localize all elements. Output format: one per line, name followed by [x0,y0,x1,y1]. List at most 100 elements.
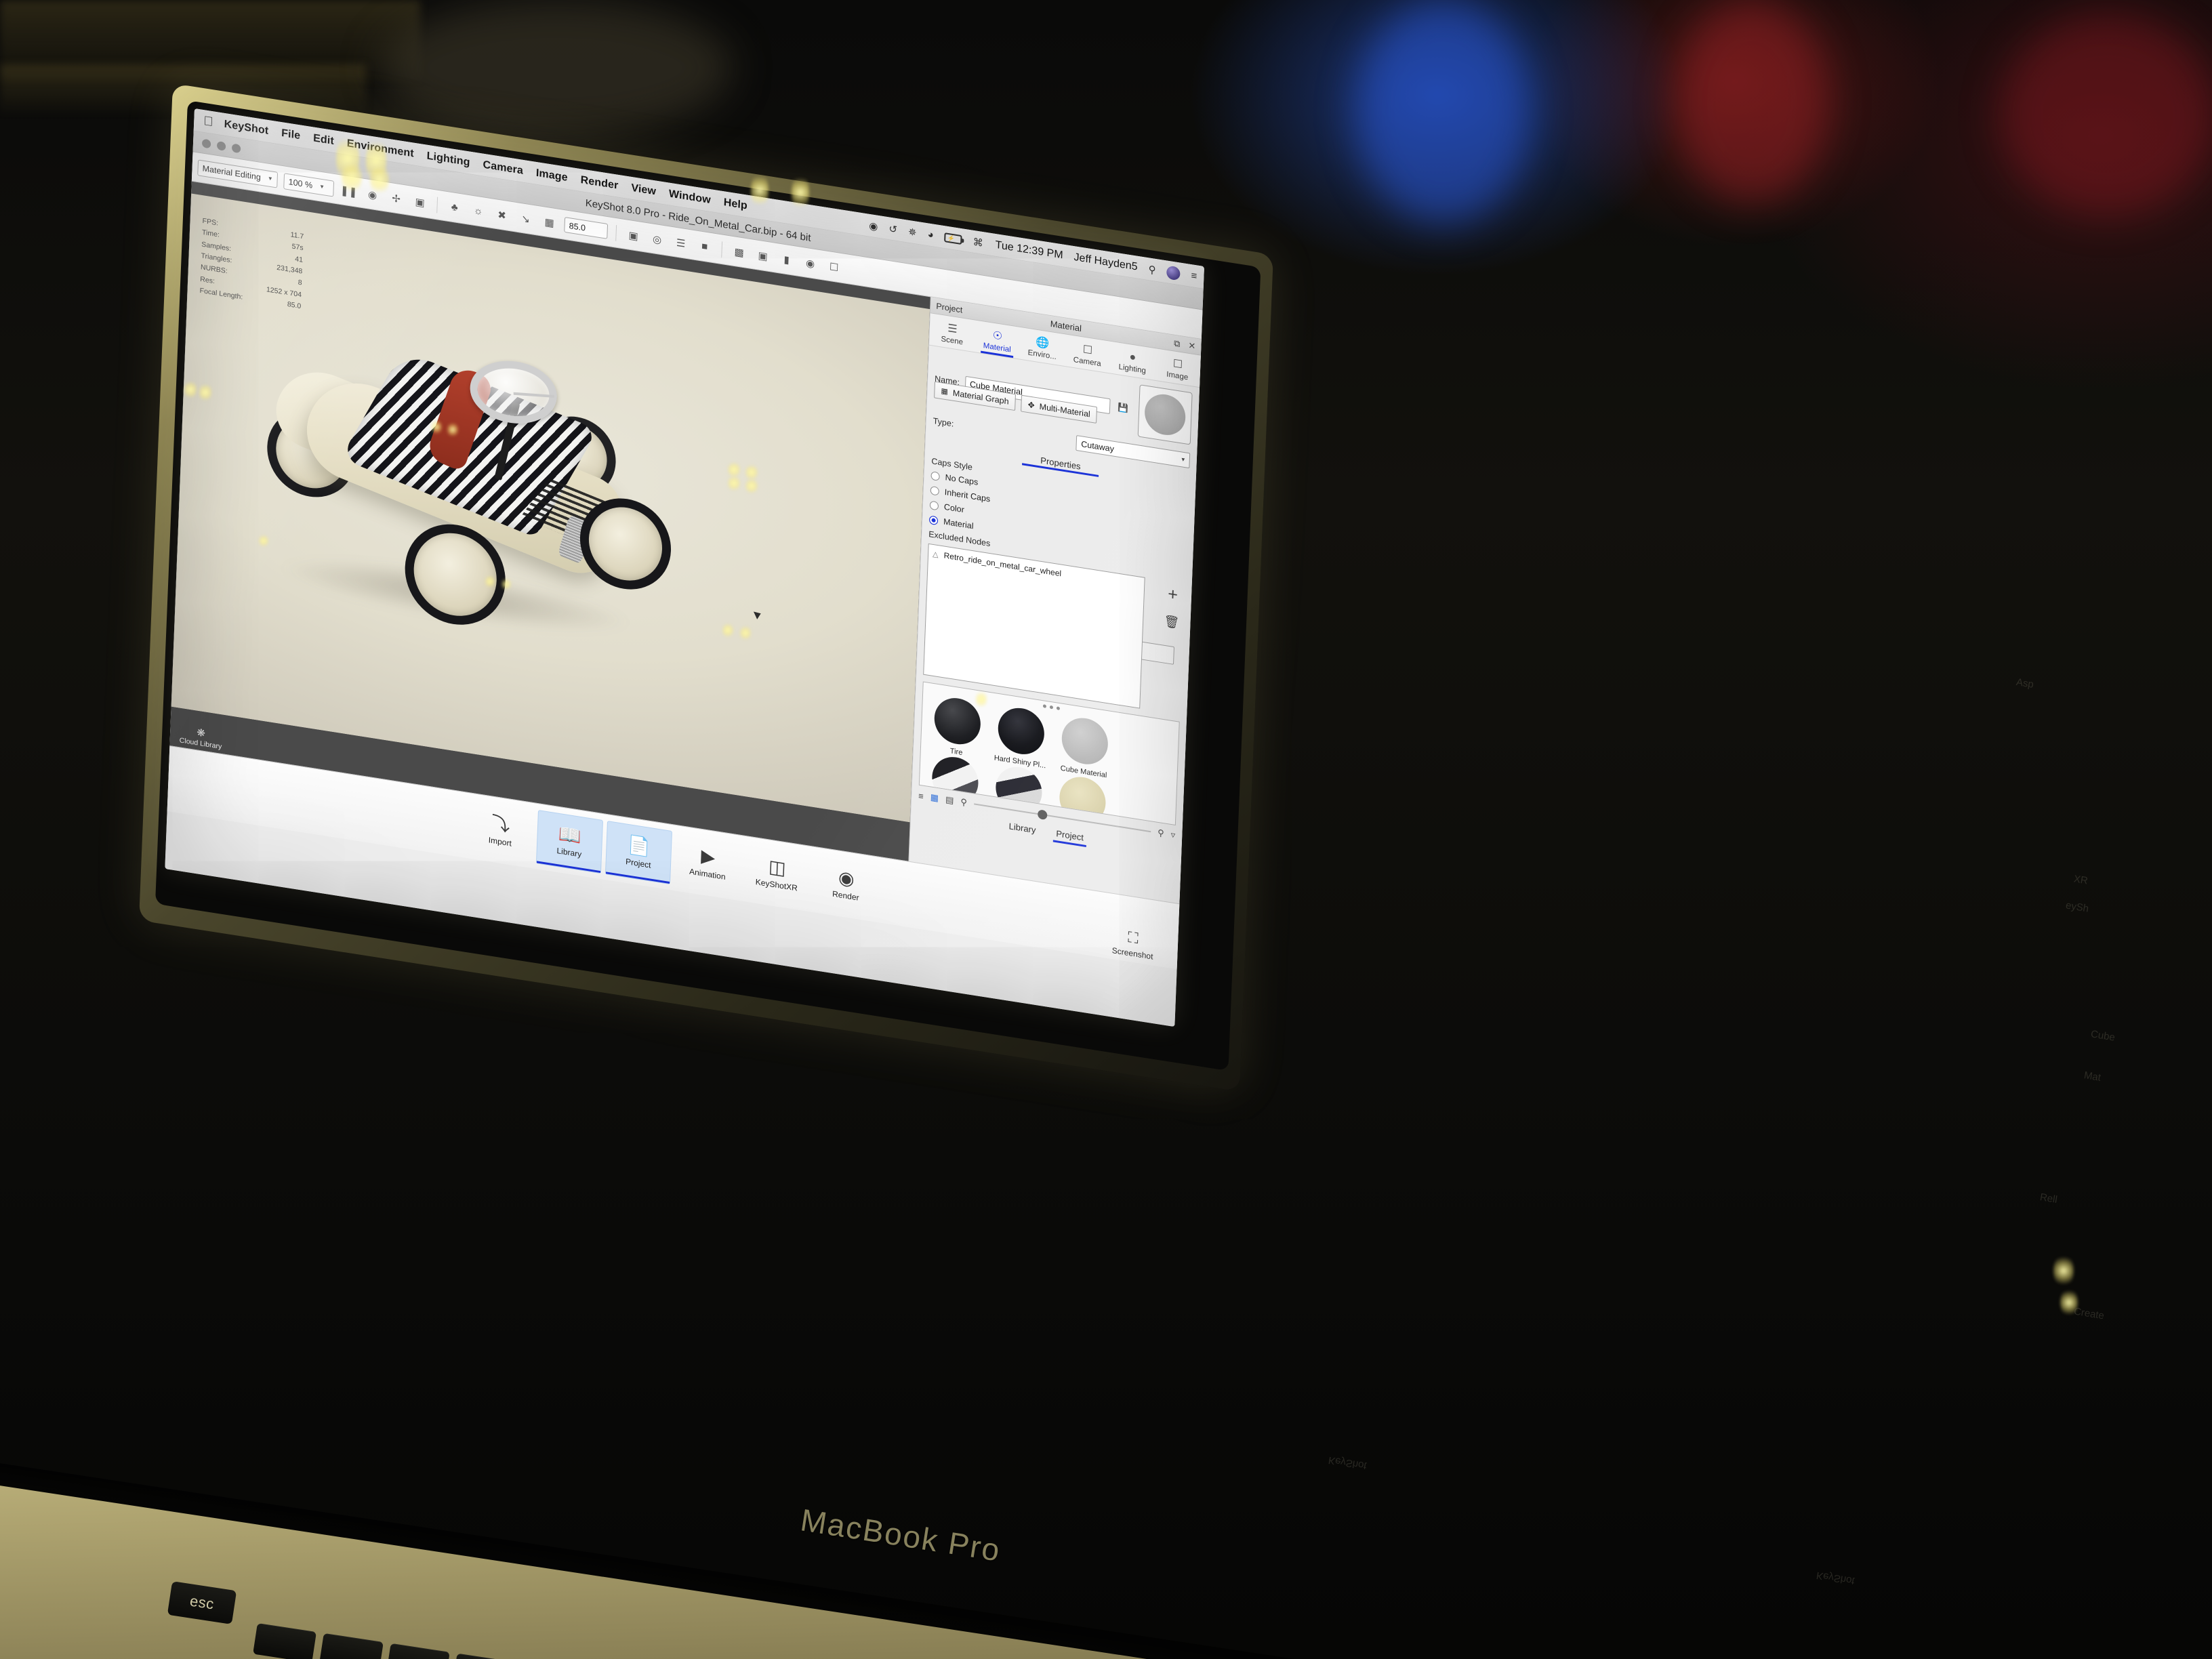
render-icon: ◉ [838,866,855,890]
project-tab[interactable]: Project [1056,828,1084,846]
zoom-dropdown[interactable]: 100 % ▼ [283,172,335,197]
filter-icon[interactable]: ▿ [1170,830,1175,841]
dock-animation[interactable]: ▶ Animation [674,832,741,895]
focal-length-field[interactable]: 85.0 [564,217,609,239]
snapshot-icon[interactable]: ▣ [624,226,642,246]
keyshotxr-icon: ◫ [768,855,787,879]
mouse-cursor [753,609,763,619]
timemachine-icon[interactable]: ↺ [888,222,897,236]
material-swatch [1061,714,1109,768]
rendered-model-toy-car [257,293,703,670]
window-controls[interactable] [201,138,241,153]
menu-view[interactable]: View [631,182,656,198]
scene-tree-icon[interactable]: ♣ [445,197,464,218]
menu-help[interactable]: Help [723,197,747,212]
detail-view-icon[interactable]: ▤ [945,794,954,806]
bluetooth-icon[interactable]: ✵ [908,225,917,239]
plus-icon[interactable]: + [1168,584,1179,605]
material-swatch [997,704,1046,758]
excluded-nodes-list[interactable]: △ Retro_ride_on_metal_car_wheel [923,543,1145,709]
keyboard-input-icon[interactable]: ⌘ [972,235,983,249]
siri-icon[interactable] [1166,265,1181,281]
photo-of-laptop-screen: esc MacBook Pro  KeyShot File Edit Envi… [0,0,2212,1659]
chevron-down-icon: ▼ [319,183,325,190]
dock-keyshotxr[interactable]: ◫ KeyShotXR [743,842,811,905]
excluded-nodes-actions: + 🗑 [1164,584,1181,631]
radio-no-caps-label: No Caps [945,472,979,487]
pause-icon[interactable]: ❚❚ [340,181,358,201]
region-render-icon[interactable]: ▣ [411,192,429,212]
dock-library-label: Library [556,845,582,859]
pan-icon[interactable]: ◎ [648,229,666,249]
library-icon: 📖 [558,823,582,847]
notification-center-icon[interactable]: ≡ [1191,270,1197,282]
trash-icon[interactable]: 🗑 [1164,614,1180,630]
wifi-icon[interactable]: ◕ [927,228,934,241]
material-swatch [933,695,982,748]
panel-body: Name: Cube Material 💾 ▦ Material Graph ✥… [916,346,1200,716]
material-type-value: Cutaway [1081,438,1115,454]
display-icon[interactable]: ☐ [825,257,843,277]
material-preview-sphere[interactable] [1137,384,1193,445]
label-icon[interactable]: ▣ [754,245,772,266]
vpn-icon[interactable]: ◉ [869,219,878,232]
apple-menu-icon[interactable]:  [203,114,213,129]
dock-import-label: Import [488,834,512,848]
lighting-icon[interactable]: ☼ [469,201,487,222]
library-tab[interactable]: Library [1008,821,1036,839]
menu-image[interactable]: Image [536,167,568,184]
import-icon: ⤵ [491,812,510,836]
screenshot-button[interactable]: ⛶ Screenshot [1097,924,1169,964]
library-item-hard-shiny-plastic[interactable]: Hard Shiny Pl... [991,704,1050,771]
laptop-screen:  KeyShot File Edit Environment Lighting… [165,108,1205,1027]
type-label: Type: [933,415,954,429]
ruler-icon[interactable]: ↘ [516,209,535,229]
animation-icon: ▶ [700,845,716,868]
graph-nodes-icon: ▦ [941,387,949,396]
list-view-icon[interactable]: ≡ [918,790,924,801]
grid-icon[interactable]: ▦ [540,212,558,232]
project-icon: 📄 [627,834,651,858]
project-panel: Project Material ⧉ ✕ ☰ Scene ☉ Material [908,297,1202,904]
render-icon[interactable]: ◉ [801,253,819,273]
material-icon[interactable]: ■ [695,237,714,257]
dock-import[interactable]: ⤵ Import [467,799,534,863]
menu-camera[interactable]: Camera [483,159,523,177]
dock-animation-label: Animation [689,866,726,882]
library-item-tire[interactable]: Tire [928,694,987,760]
menu-file[interactable]: File [281,127,301,142]
zoom-in-icon[interactable]: ⚲ [1158,827,1164,839]
battery-icon[interactable]: ⚡ [944,232,962,245]
macbook-pro-logo: MacBook Pro [798,1502,1004,1568]
zoom-dropdown-value: 100 % [288,176,313,190]
menu-keyshot[interactable]: KeyShot [224,118,268,137]
zoom-out-icon[interactable]: ⚲ [960,796,967,808]
menu-render[interactable]: Render [580,174,618,192]
dock-library[interactable]: 📖 Library [535,809,604,874]
menu-window[interactable]: Window [669,188,711,206]
dock-project-label: Project [625,856,651,870]
queue-icon[interactable]: ☰ [672,232,690,253]
backplate-icon[interactable]: ▮ [777,249,796,270]
restore-window-icon[interactable]: ⧉ [1174,337,1181,349]
grid-view-icon[interactable]: ▦ [930,792,939,804]
render-viewport[interactable]: FPS: 11.7 Time: 57s Samples: 41 Triangle… [169,181,930,861]
texture-icon[interactable]: ▩ [730,242,748,262]
menu-lighting[interactable]: Lighting [426,150,470,169]
camera-tool-icon[interactable]: ✖ [493,205,511,225]
performance-icon[interactable]: ◉ [363,184,382,205]
dock-render[interactable]: ◉ Render [813,853,880,916]
chevron-down-icon: ▼ [1180,456,1186,464]
cloud-library-icon: ❋ [196,726,206,740]
dock-project[interactable]: 📄 Project [605,820,673,884]
library-item-cube-material[interactable]: Cube Material [1055,714,1114,780]
move-tool-icon[interactable]: ✢ [387,188,405,209]
save-icon[interactable]: 💾 [1115,400,1131,417]
warning-triangle-icon: △ [932,550,939,559]
chevron-down-icon: ▼ [267,175,273,182]
search-icon[interactable]: ⚲ [1148,263,1156,276]
close-icon[interactable]: ✕ [1188,340,1195,352]
screenshot-icon: ⛶ [1127,928,1139,947]
screenshot-label: Screenshot [1111,945,1153,962]
menu-edit[interactable]: Edit [313,132,334,148]
